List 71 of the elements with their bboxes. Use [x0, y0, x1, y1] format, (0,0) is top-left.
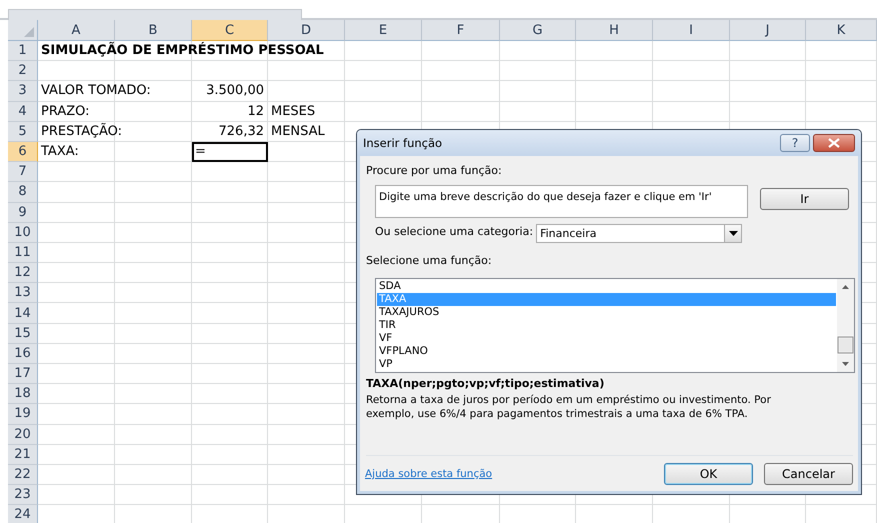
row-header[interactable]: 4 — [8, 102, 38, 122]
column-header[interactable]: E — [345, 20, 422, 41]
help-button[interactable]: ? — [780, 134, 810, 152]
row-header[interactable]: 11 — [8, 242, 38, 264]
row-header[interactable]: 13 — [8, 283, 38, 304]
active-cell: = — [192, 142, 268, 162]
function-item[interactable]: VFPLANO — [377, 345, 836, 358]
search-label: Procure por uma função: — [366, 163, 502, 179]
function-signature: TAXA(nper;pgto;vp;vf;tipo;estimativa) — [366, 377, 604, 390]
column-header[interactable]: F — [422, 20, 500, 41]
cancel-button[interactable]: Cancelar — [764, 463, 853, 485]
function-item[interactable]: VP — [377, 358, 836, 371]
function-item[interactable]: SDA — [377, 280, 836, 293]
close-icon — [828, 138, 840, 148]
dialog-title: Inserir função — [363, 136, 442, 150]
table-cell: 3.500,00 — [192, 81, 268, 102]
column-header[interactable]: H — [576, 20, 653, 41]
row-header[interactable]: 3 — [8, 81, 38, 102]
row-header[interactable]: 15 — [8, 324, 38, 344]
dropdown-arrow-icon — [728, 231, 738, 236]
function-item[interactable]: TAXAJUROS — [377, 306, 836, 319]
row-header[interactable]: 9 — [8, 202, 38, 223]
row-header[interactable]: 17 — [8, 364, 38, 384]
name-box[interactable] — [8, 9, 302, 21]
column-header[interactable]: I — [653, 20, 730, 41]
search-field[interactable]: Digite uma breve descrição do que deseja fazer e clique em 'Ir' — [375, 185, 748, 218]
table-cell: PRESTAÇÃO: — [38, 122, 192, 142]
function-item[interactable]: TIR — [377, 319, 836, 332]
row-header[interactable]: 5 — [8, 122, 38, 142]
row-header[interactable]: 24 — [8, 505, 38, 523]
row-header[interactable]: 18 — [8, 384, 38, 404]
select-all-corner[interactable] — [8, 20, 38, 41]
column-header[interactable]: D — [268, 20, 345, 41]
row-header[interactable]: 20 — [8, 424, 38, 445]
scrollbar[interactable] — [837, 279, 854, 372]
ok-button[interactable]: OK — [664, 463, 753, 485]
table-cell: MESES — [268, 102, 345, 122]
row-header[interactable]: 21 — [8, 444, 38, 465]
table-cell: PRAZO: — [38, 102, 115, 122]
help-link[interactable]: Ajuda sobre esta função — [365, 468, 492, 480]
row-header[interactable]: 22 — [8, 464, 38, 486]
category-dropdown[interactable]: Financeira — [536, 224, 742, 243]
column-header[interactable]: A — [38, 20, 115, 41]
column-header[interactable]: J — [730, 20, 806, 41]
table-cell: MENSAL — [268, 122, 345, 142]
function-list-label: Selecione uma função: — [366, 253, 492, 269]
go-button[interactable]: Ir — [760, 188, 849, 210]
column-header[interactable]: B — [115, 20, 192, 41]
column-header[interactable]: K — [806, 20, 877, 41]
row-header[interactable]: 12 — [8, 263, 38, 284]
table-cell: 726,32 — [192, 122, 268, 142]
row-header[interactable]: 14 — [8, 303, 38, 324]
category-label: Ou selecione uma categoria: — [375, 224, 534, 240]
row-header[interactable]: 23 — [8, 485, 38, 506]
table-cell: SIMULAÇÃO DE EMPRÉSTIMO PESSOAL — [38, 41, 345, 62]
row-header[interactable]: 8 — [8, 182, 38, 202]
close-button[interactable] — [813, 134, 855, 152]
row-header[interactable]: 6 — [8, 142, 38, 162]
row-header[interactable]: 10 — [8, 222, 38, 243]
row-header[interactable]: 2 — [8, 61, 38, 82]
function-item[interactable]: VF — [377, 332, 836, 345]
column-header[interactable]: G — [500, 20, 576, 41]
table-cell: TAXA: — [38, 142, 115, 162]
function-description: Retorna a taxa de juros por período em um empréstimo ou investimento. Por exemplo, use 6%/4 para pagamentos trimestrais a uma taxa de 6% TPA. — [366, 393, 772, 421]
row-header[interactable]: 1 — [8, 41, 38, 62]
row-header[interactable]: 7 — [8, 162, 38, 182]
row-header[interactable]: 19 — [8, 404, 38, 425]
table-cell: 12 — [192, 102, 268, 122]
row-header[interactable]: 16 — [8, 344, 38, 364]
table-cell: VALOR TOMADO: — [38, 81, 192, 102]
column-header[interactable]: C — [192, 20, 268, 41]
